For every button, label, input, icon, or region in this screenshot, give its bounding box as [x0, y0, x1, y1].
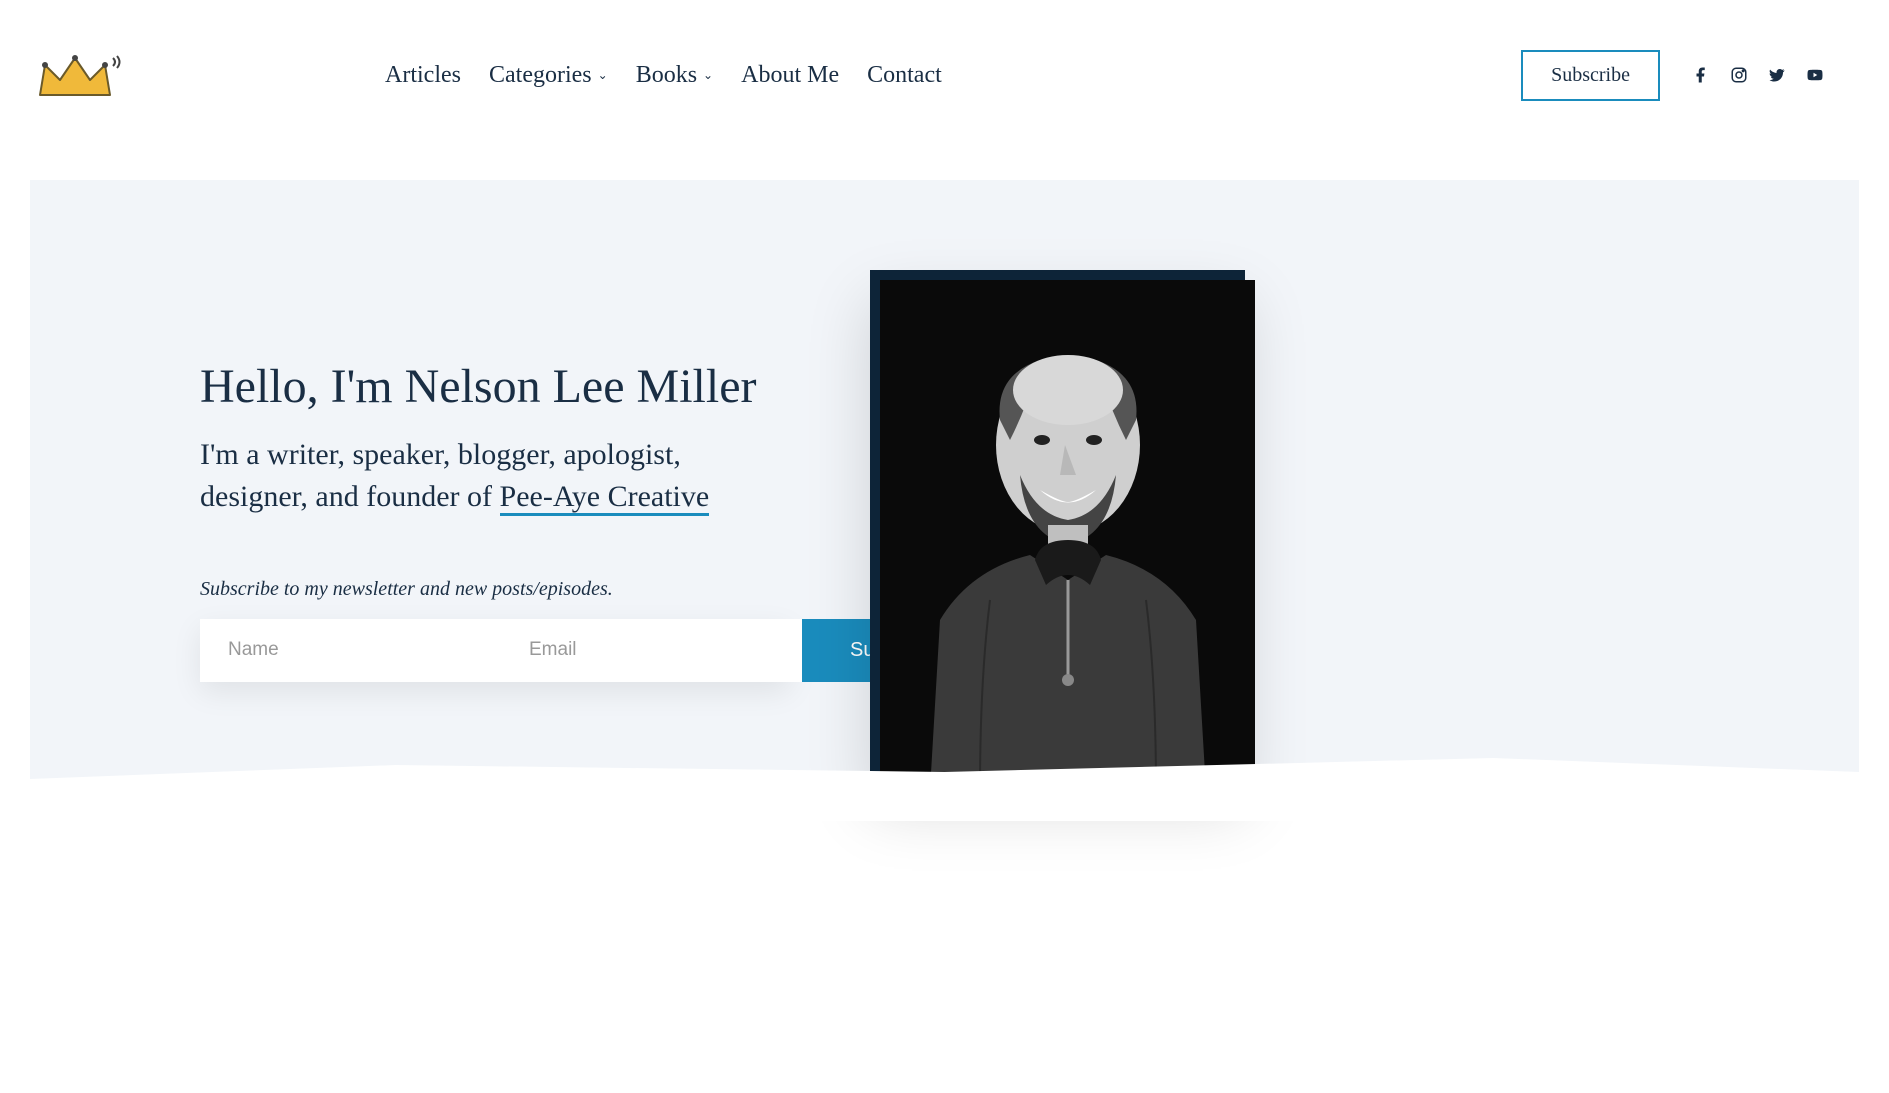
portrait-image — [880, 280, 1255, 790]
facebook-icon[interactable] — [1692, 66, 1710, 84]
youtube-icon[interactable] — [1806, 66, 1824, 84]
hero-section-wrap: Hello, I'm Nelson Lee Miller I'm a write… — [0, 150, 1889, 820]
nav-label: Categories — [489, 62, 592, 89]
logo[interactable] — [25, 40, 125, 110]
nav-label: Articles — [385, 62, 461, 89]
nav-label: About Me — [741, 62, 839, 89]
social-links — [1692, 66, 1824, 84]
hero-portrait-wrap — [870, 260, 1245, 780]
subscribe-button[interactable]: Subscribe — [1521, 50, 1660, 101]
hero-title: Hello, I'm Nelson Lee Miller — [200, 359, 790, 414]
email-input[interactable] — [501, 619, 802, 682]
header-right: Subscribe — [1521, 50, 1864, 101]
newsletter-form: Subscribe — [200, 619, 790, 682]
hero-subtitle: I'm a writer, speaker, blogger, apologis… — [200, 434, 790, 518]
nav-categories[interactable]: Categories ⌄ — [489, 62, 608, 89]
site-header: Articles Categories ⌄ Books ⌄ About Me C… — [0, 0, 1889, 150]
chevron-down-icon: ⌄ — [598, 68, 608, 83]
main-nav: Articles Categories ⌄ Books ⌄ About Me C… — [385, 62, 1521, 89]
nav-label: Contact — [867, 62, 942, 89]
nav-articles[interactable]: Articles — [385, 62, 461, 89]
nav-contact[interactable]: Contact — [867, 62, 942, 89]
portrait-frame — [870, 270, 1245, 780]
below-hero-space — [0, 820, 1889, 1080]
chevron-down-icon: ⌄ — [703, 68, 713, 83]
twitter-icon[interactable] — [1768, 66, 1786, 84]
nav-about[interactable]: About Me — [741, 62, 839, 89]
instagram-icon[interactable] — [1730, 66, 1748, 84]
name-input[interactable] — [200, 619, 501, 682]
newsletter-label: Subscribe to my newsletter and new posts… — [200, 578, 790, 601]
hero-section: Hello, I'm Nelson Lee Miller I'm a write… — [30, 180, 1859, 820]
hero-content: Hello, I'm Nelson Lee Miller I'm a write… — [200, 359, 790, 682]
nav-label: Books — [636, 62, 697, 89]
nav-books[interactable]: Books ⌄ — [636, 62, 713, 89]
hero-subtitle-link[interactable]: Pee-Aye Creative — [500, 480, 710, 516]
